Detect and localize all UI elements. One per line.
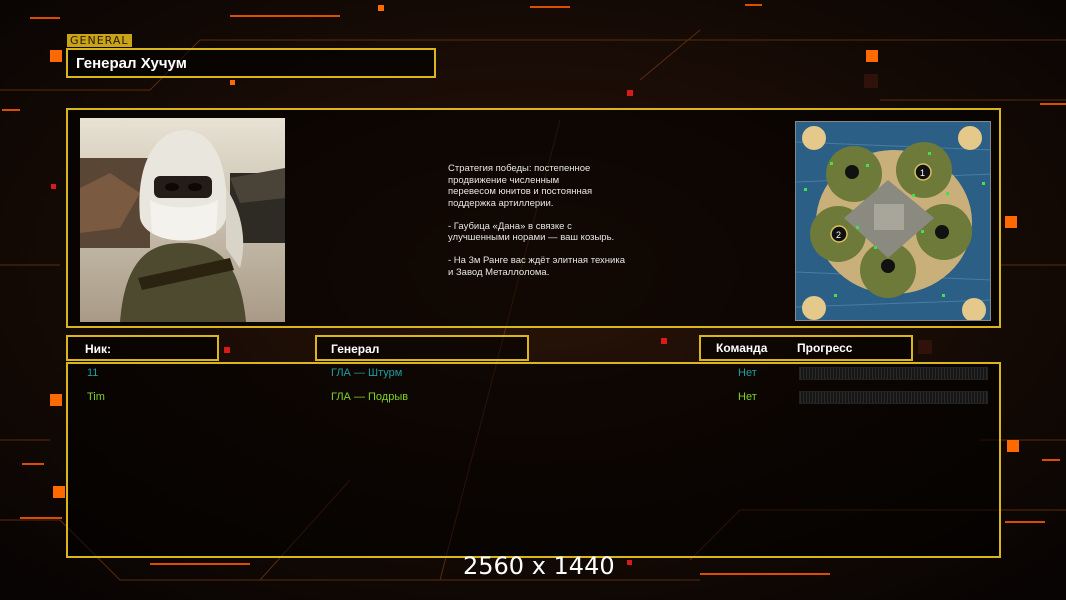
column-header-nick: Ник:	[66, 335, 219, 361]
minimap: 1 2	[795, 121, 991, 321]
general-tag: GENERAL	[67, 34, 132, 47]
player-general: ГЛА — Штурм	[331, 367, 403, 379]
player-roster: 11 ГЛА — Штурм Нет Tim ГЛА — Подрыв Нет	[66, 362, 1001, 558]
player-team: Нет	[738, 391, 757, 403]
player-row[interactable]: Tim ГЛА — Подрыв Нет	[68, 388, 999, 408]
general-info-panel: Стратегия победы: постепенное продвижени…	[66, 108, 1001, 328]
column-header-team-progress: Команда Прогресс	[699, 335, 913, 361]
general-title-bar: Генерал Хучум	[66, 48, 436, 78]
column-header-general: Генерал	[315, 335, 529, 361]
player-nick: Tim	[87, 391, 105, 403]
player-row[interactable]: 11 ГЛА — Штурм Нет	[68, 364, 999, 384]
resolution-label: 2560 x 1440	[463, 552, 615, 580]
player-general: ГЛА — Подрыв	[331, 391, 409, 403]
column-label-general: Генерал	[331, 342, 380, 356]
column-label-progress: Прогресс	[797, 341, 853, 355]
player-nick: 11	[87, 367, 99, 379]
player-progress-bar	[799, 391, 988, 404]
column-label-nick: Ник:	[85, 342, 112, 356]
general-portrait	[80, 118, 285, 322]
column-label-team: Команда	[716, 341, 768, 355]
minimap-spawn-1: 1	[920, 168, 925, 178]
player-progress-bar	[799, 367, 988, 380]
player-team: Нет	[738, 367, 757, 379]
briefing-text: Стратегия победы: постепенное продвижени…	[448, 163, 625, 278]
general-name: Генерал Хучум	[76, 55, 187, 72]
minimap-spawn-2: 2	[836, 230, 841, 240]
